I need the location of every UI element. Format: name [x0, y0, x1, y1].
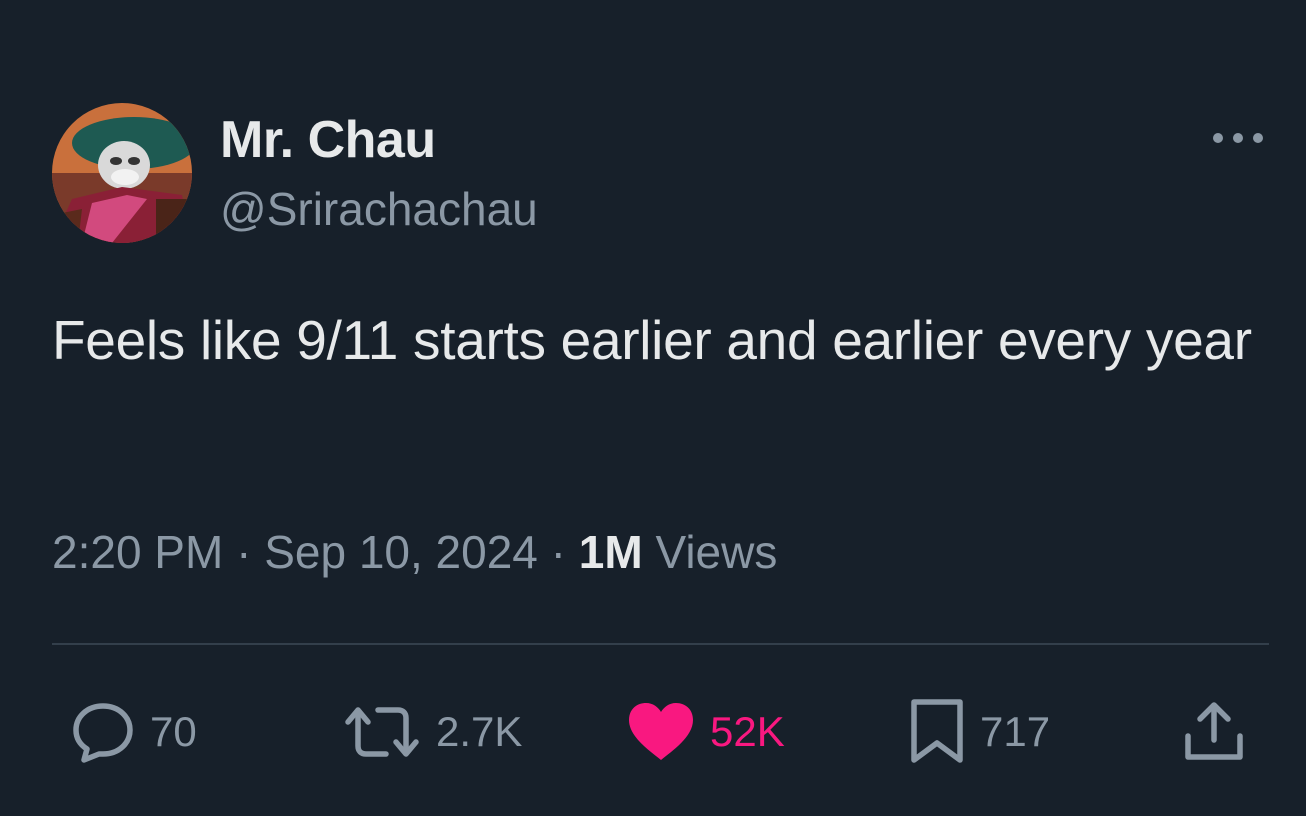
more-options-button[interactable] [1206, 118, 1270, 158]
reply-count: 70 [150, 708, 197, 755]
reply-icon [73, 703, 133, 763]
tweet-date[interactable]: Sep 10, 2024 [264, 526, 538, 578]
tweet-time[interactable]: 2:20 PM [52, 526, 223, 578]
heart-icon [629, 703, 693, 760]
reply-button[interactable]: 70 [70, 700, 197, 764]
bookmark-count: 717 [980, 708, 1051, 755]
author-handle[interactable]: @Srirachachau [220, 182, 538, 236]
share-button[interactable] [1182, 700, 1246, 764]
retweet-icon [345, 707, 419, 757]
bookmark-button[interactable]: 717 [908, 699, 1051, 764]
retweet-button[interactable]: 2.7K [342, 700, 522, 764]
like-count: 52K [710, 708, 785, 755]
avatar[interactable] [52, 103, 192, 243]
views-count: 1M [578, 526, 643, 578]
share-icon [1185, 702, 1243, 760]
divider [52, 643, 1269, 645]
tweet-text: Feels like 9/11 starts earlier and earli… [52, 309, 1252, 371]
tweet-meta: 2:20 PM · Sep 10, 2024 · 1M Views [52, 522, 777, 582]
views-label: Views [655, 526, 778, 578]
retweet-count: 2.7K [436, 708, 523, 755]
meta-separator: · [550, 526, 566, 578]
bookmark-icon [911, 699, 963, 763]
cartoon-rabbit-avatar-icon [52, 103, 192, 243]
like-button[interactable]: 52K [626, 700, 785, 764]
author-display-name[interactable]: Mr. Chau [220, 110, 436, 170]
meta-separator: · [236, 526, 252, 578]
more-options-icon [1213, 133, 1263, 143]
